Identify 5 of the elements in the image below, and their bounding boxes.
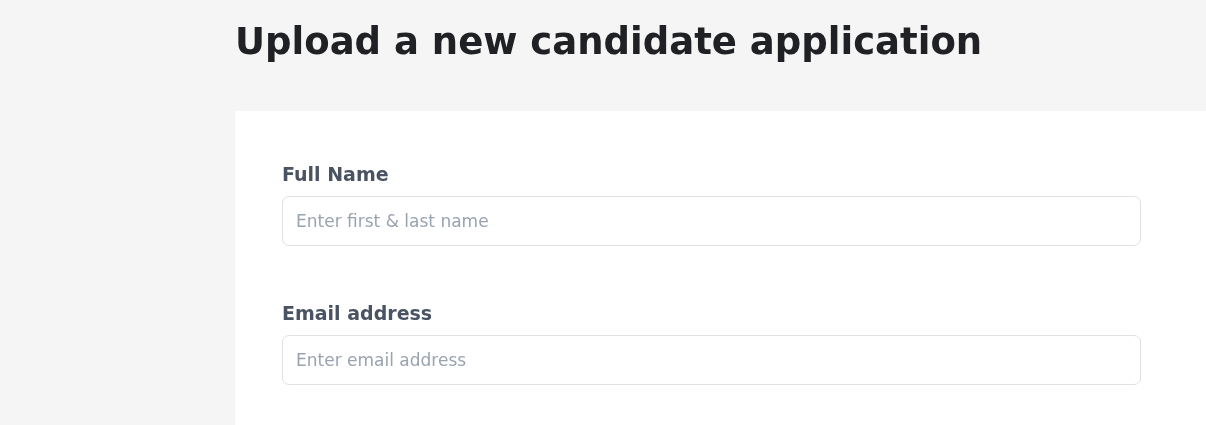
page-title: Upload a new candidate application <box>235 19 984 65</box>
input-field[interactable]: Enter email address <box>282 335 1141 385</box>
input-field[interactable]: Enter first & last name <box>282 196 1141 246</box>
field-label: Full Name <box>282 163 390 185</box>
field-label: Email address <box>282 302 434 324</box>
